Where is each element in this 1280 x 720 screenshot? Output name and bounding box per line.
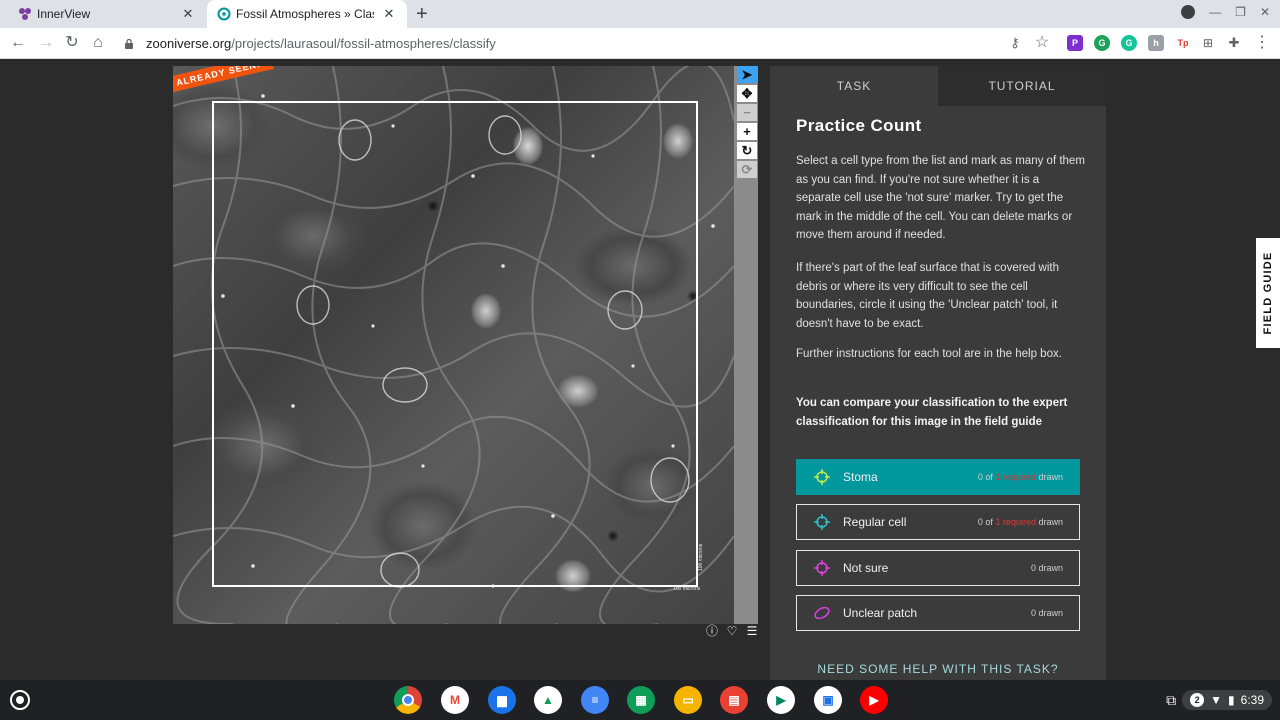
extension-grammarly-icon[interactable]: G	[1121, 35, 1137, 51]
url-text: zooniverse.org/projects/laurasoul/fossil…	[146, 36, 496, 51]
lock-icon	[125, 38, 133, 49]
drive-app-icon[interactable]: ▲	[534, 686, 562, 714]
field-guide-label: FIELD GUIDE	[1262, 251, 1274, 335]
youtube-app-icon[interactable]: ▶	[860, 686, 888, 714]
restore-icon[interactable]: ❐	[1235, 5, 1246, 19]
extensions-puzzle-icon[interactable]: ✚	[1224, 33, 1244, 53]
instruction-paragraph: Further instructions for each tool are i…	[796, 348, 1062, 360]
launcher-icon[interactable]	[10, 690, 30, 710]
classify-page: ALREADY SEEN! 100 microns 100 microns ➤ …	[0, 60, 1280, 680]
subject-meta-toolbar: ⓘ ♡ ☰	[705, 624, 759, 638]
tool-regular-cell[interactable]: Regular cell 0 of 1 required drawn	[796, 504, 1080, 540]
tote-icon[interactable]: ⧉	[1166, 692, 1176, 709]
tab-fossil-atmospheres[interactable]: Fossil Atmospheres » Classify — Zooniver…	[207, 0, 407, 28]
zooniverse-favicon-icon	[217, 7, 231, 21]
tab-task[interactable]: TASK	[770, 66, 938, 106]
tool-count: 0 drawn	[1030, 563, 1063, 573]
field-guide-button[interactable]: FIELD GUIDE	[1256, 238, 1280, 348]
tool-label: Stoma	[843, 470, 878, 484]
url-path: /projects/laurasoul/fossil-atmospheres/c…	[231, 36, 496, 51]
calendar-app-icon[interactable]: ▣	[814, 686, 842, 714]
innerview-favicon-icon	[19, 8, 31, 20]
window-controls: — ❐ ✕	[1181, 5, 1270, 19]
tab-tutorial[interactable]: TUTORIAL	[938, 66, 1106, 106]
forward-icon[interactable]: →	[36, 33, 56, 53]
reset-view-icon[interactable]: ⟳	[737, 161, 757, 178]
key-icon[interactable]: ⚷	[1005, 33, 1025, 53]
extension-h-icon[interactable]: h	[1148, 35, 1164, 51]
wifi-icon: ▼	[1210, 693, 1223, 707]
docs-app-icon[interactable]: ≡	[581, 686, 609, 714]
tool-not-sure[interactable]: Not sure 0 drawn	[796, 550, 1080, 586]
battery-icon: ▮	[1228, 693, 1235, 707]
os-shelf: M ▆ ▲ ≡ ▦ ▭ ▤ ▶ ▣ ▶ ⧉ 2 ▼ ▮ 6:39	[0, 680, 1280, 720]
url-host: zooniverse.org	[146, 36, 232, 51]
tool-count: 0 drawn	[1030, 608, 1063, 618]
annotate-pointer-icon[interactable]: ➤	[737, 66, 757, 83]
subject-image[interactable]: ALREADY SEEN! 100 microns 100 microns	[173, 66, 734, 624]
profile-icon[interactable]	[1181, 5, 1196, 19]
minimize-icon[interactable]: —	[1209, 5, 1221, 19]
status-area[interactable]: ⧉ 2 ▼ ▮ 6:39	[1166, 687, 1272, 713]
tab-title: Fossil Atmospheres » Classify — Zooniver…	[236, 7, 374, 21]
close-tab-icon[interactable]: ✕	[381, 6, 397, 22]
task-title: Practice Count	[796, 116, 922, 135]
move-icon[interactable]: ✥	[737, 85, 757, 102]
rotate-icon[interactable]: ↻	[737, 142, 757, 159]
zoom-in-icon[interactable]: +	[737, 123, 757, 140]
tool-count: 0 of 1 required drawn	[977, 472, 1063, 482]
crosshair-icon	[814, 514, 830, 530]
favorite-heart-icon[interactable]: ♡	[725, 624, 739, 638]
tab-title: InnerView	[37, 7, 91, 21]
extension-p-icon[interactable]: P	[1067, 35, 1083, 51]
frame-boundary	[212, 101, 698, 587]
slides-app-icon[interactable]: ▭	[674, 686, 702, 714]
menu-kebab-icon[interactable]: ⋮	[1252, 33, 1272, 53]
close-window-icon[interactable]: ✕	[1260, 5, 1270, 19]
reload-icon[interactable]: ↻	[62, 33, 82, 53]
gmail-app-icon[interactable]: M	[441, 686, 469, 714]
help-link[interactable]: NEED SOME HELP WITH THIS TASK?	[770, 662, 1106, 676]
instruction-paragraph: Select a cell type from the list and mar…	[796, 155, 1085, 242]
new-tab-button[interactable]: +	[416, 3, 428, 25]
extension-grammarly-badge-icon[interactable]: G	[1094, 35, 1110, 51]
sheets-app-icon[interactable]: ▦	[627, 686, 655, 714]
tool-stoma[interactable]: Stoma 0 of 1 required drawn	[796, 459, 1080, 495]
home-icon[interactable]: ⌂	[88, 33, 108, 53]
files-app-icon[interactable]: ▆	[488, 686, 516, 714]
collections-list-icon[interactable]: ☰	[745, 624, 759, 638]
info-icon[interactable]: ⓘ	[705, 624, 719, 638]
task-panel: TASK TUTORIAL Practice Count Select a ce…	[770, 66, 1106, 680]
browser-tab-strip: InnerView ✕ Fossil Atmospheres » Classif…	[0, 0, 1280, 28]
bookmark-star-icon[interactable]: ☆	[1032, 33, 1052, 53]
clock: 6:39	[1240, 693, 1264, 707]
address-bar[interactable]: zooniverse.org/projects/laurasoul/fossil…	[114, 31, 1064, 56]
tool-label: Unclear patch	[843, 606, 918, 620]
system-tray[interactable]: 2 ▼ ▮ 6:39	[1182, 690, 1272, 710]
tab-innerview[interactable]: InnerView ✕	[8, 0, 206, 28]
browser-toolbar: ← → ↻ ⌂ zooniverse.org/projects/laurasou…	[0, 28, 1280, 59]
extension-tp-icon[interactable]: Tp	[1175, 35, 1191, 51]
zoom-out-icon[interactable]: −	[737, 104, 757, 121]
back-icon[interactable]: ←	[8, 33, 28, 53]
apps-grid-icon[interactable]: ⊞	[1198, 33, 1218, 53]
scale-bar-label: 100 microns	[673, 586, 701, 592]
play-store-app-icon[interactable]: ▶	[767, 686, 795, 714]
tool-count: 0 of 1 required drawn	[977, 517, 1063, 527]
field-guide-note: You can compare your classification to t…	[796, 397, 1068, 428]
task-tabs: TASK TUTORIAL	[770, 66, 1106, 106]
tool-label: Not sure	[843, 561, 889, 575]
notification-count-badge: 2	[1190, 693, 1205, 707]
tool-label: Regular cell	[843, 515, 907, 529]
chrome-app-icon[interactable]	[394, 686, 422, 714]
instruction-paragraph: If there's part of the leaf surface that…	[796, 262, 1059, 330]
ellipse-icon	[814, 606, 830, 620]
crosshair-icon	[814, 560, 830, 576]
tool-unclear-patch[interactable]: Unclear patch 0 drawn	[796, 595, 1080, 631]
close-tab-icon[interactable]: ✕	[180, 6, 196, 22]
scale-bar-label-vertical: 100 microns	[698, 543, 704, 571]
pdf-app-icon[interactable]: ▤	[720, 686, 748, 714]
crosshair-icon	[814, 469, 830, 485]
